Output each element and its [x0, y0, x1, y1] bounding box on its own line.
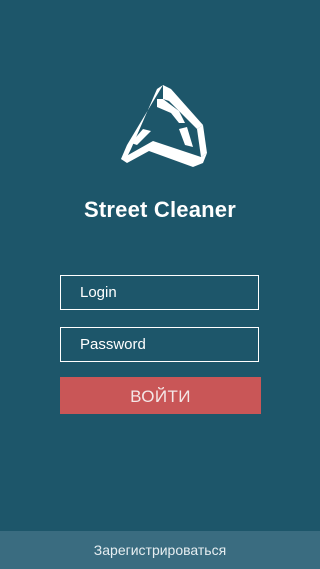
password-field[interactable] [60, 327, 259, 362]
login-input[interactable] [80, 276, 258, 309]
app-title: Street Cleaner [84, 197, 236, 222]
login-screen: Street Cleaner ВОЙТИ Зарегистрироваться [0, 0, 320, 569]
login-button[interactable]: ВОЙТИ [60, 377, 261, 414]
street-cleaner-logo-icon [121, 85, 207, 167]
register-link[interactable]: Зарегистрироваться [0, 531, 320, 569]
register-label: Зарегистрироваться [93, 542, 227, 558]
login-field[interactable] [60, 275, 259, 310]
password-input[interactable] [80, 328, 258, 361]
